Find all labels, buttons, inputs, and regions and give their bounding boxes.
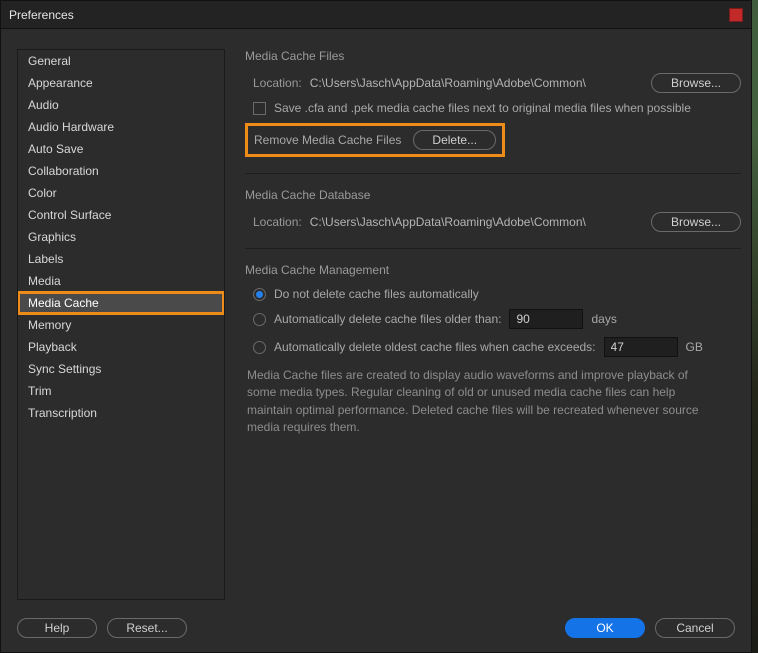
delete-button[interactable]: Delete... bbox=[413, 130, 496, 150]
preferences-window: Preferences GeneralAppearanceAudioAudio … bbox=[0, 0, 752, 653]
sidebar-item-memory[interactable]: Memory bbox=[18, 314, 224, 336]
browse-button[interactable]: Browse... bbox=[651, 73, 741, 93]
group-title: Media Cache Database bbox=[245, 188, 741, 202]
group-title: Media Cache Files bbox=[245, 49, 741, 63]
radio-icon[interactable] bbox=[253, 341, 266, 354]
cache-files-location-row: Location: C:\Users\Jasch\AppData\Roaming… bbox=[245, 69, 741, 97]
mgmt-opt-older-than[interactable]: Automatically delete cache files older t… bbox=[245, 305, 741, 333]
location-label: Location: bbox=[253, 76, 302, 90]
mgmt-opt-no-delete[interactable]: Do not delete cache files automatically bbox=[245, 283, 741, 305]
checkbox-icon[interactable] bbox=[253, 102, 266, 115]
group-cache-db: Media Cache Database Location: C:\Users\… bbox=[245, 188, 741, 249]
mgmt-description: Media Cache files are created to display… bbox=[245, 361, 741, 437]
sidebar-item-audio[interactable]: Audio bbox=[18, 94, 224, 116]
window-title: Preferences bbox=[9, 8, 74, 22]
sidebar-item-audio-hardware[interactable]: Audio Hardware bbox=[18, 116, 224, 138]
sidebar-item-color[interactable]: Color bbox=[18, 182, 224, 204]
sidebar-item-appearance[interactable]: Appearance bbox=[18, 72, 224, 94]
footer: Help Reset... OK Cancel bbox=[1, 608, 751, 652]
sidebar-item-trim[interactable]: Trim bbox=[18, 380, 224, 402]
gb-input[interactable] bbox=[604, 337, 678, 357]
sidebar-item-general[interactable]: General bbox=[18, 50, 224, 72]
radio-icon[interactable] bbox=[253, 288, 266, 301]
unit-label: days bbox=[591, 312, 616, 326]
reset-button[interactable]: Reset... bbox=[107, 618, 187, 638]
radio-icon[interactable] bbox=[253, 313, 266, 326]
days-input[interactable] bbox=[509, 309, 583, 329]
sidebar-item-collaboration[interactable]: Collaboration bbox=[18, 160, 224, 182]
sidebar-list: GeneralAppearanceAudioAudio HardwareAuto… bbox=[17, 49, 225, 600]
save-next-row[interactable]: Save .cfa and .pek media cache files nex… bbox=[245, 97, 741, 119]
main-panel: Media Cache Files Location: C:\Users\Jas… bbox=[245, 49, 741, 600]
opt-label: Automatically delete cache files older t… bbox=[274, 312, 501, 326]
group-title: Media Cache Management bbox=[245, 263, 741, 277]
sidebar-item-graphics[interactable]: Graphics bbox=[18, 226, 224, 248]
group-cache-mgmt: Media Cache Management Do not delete cac… bbox=[245, 263, 741, 437]
opt-label: Do not delete cache files automatically bbox=[274, 287, 479, 301]
ok-button[interactable]: OK bbox=[565, 618, 645, 638]
cache-db-location-row: Location: C:\Users\Jasch\AppData\Roaming… bbox=[245, 208, 741, 236]
opt-label: Automatically delete oldest cache files … bbox=[274, 340, 596, 354]
window-edge bbox=[752, 0, 758, 653]
mgmt-opt-exceeds[interactable]: Automatically delete oldest cache files … bbox=[245, 333, 741, 361]
titlebar: Preferences bbox=[1, 1, 751, 29]
sidebar: GeneralAppearanceAudioAudio HardwareAuto… bbox=[17, 49, 225, 600]
sidebar-item-labels[interactable]: Labels bbox=[18, 248, 224, 270]
sidebar-item-control-surface[interactable]: Control Surface bbox=[18, 204, 224, 226]
sidebar-item-transcription[interactable]: Transcription bbox=[18, 402, 224, 424]
group-cache-files: Media Cache Files Location: C:\Users\Jas… bbox=[245, 49, 741, 174]
sidebar-item-sync-settings[interactable]: Sync Settings bbox=[18, 358, 224, 380]
location-value: C:\Users\Jasch\AppData\Roaming\Adobe\Com… bbox=[310, 215, 643, 229]
browse-button[interactable]: Browse... bbox=[651, 212, 741, 232]
body: GeneralAppearanceAudioAudio HardwareAuto… bbox=[1, 29, 751, 608]
location-label: Location: bbox=[253, 215, 302, 229]
unit-label: GB bbox=[686, 340, 703, 354]
remove-cache-row: Remove Media Cache Files Delete... bbox=[245, 119, 741, 161]
highlight-remove-cache: Remove Media Cache Files Delete... bbox=[245, 123, 505, 157]
location-value: C:\Users\Jasch\AppData\Roaming\Adobe\Com… bbox=[310, 76, 643, 90]
remove-cache-label: Remove Media Cache Files bbox=[254, 133, 401, 147]
sidebar-item-auto-save[interactable]: Auto Save bbox=[18, 138, 224, 160]
sidebar-item-media-cache[interactable]: Media Cache bbox=[18, 292, 224, 314]
sidebar-item-media[interactable]: Media bbox=[18, 270, 224, 292]
help-button[interactable]: Help bbox=[17, 618, 97, 638]
close-icon[interactable] bbox=[729, 8, 743, 22]
sidebar-item-playback[interactable]: Playback bbox=[18, 336, 224, 358]
save-next-label: Save .cfa and .pek media cache files nex… bbox=[274, 101, 691, 115]
cancel-button[interactable]: Cancel bbox=[655, 618, 735, 638]
